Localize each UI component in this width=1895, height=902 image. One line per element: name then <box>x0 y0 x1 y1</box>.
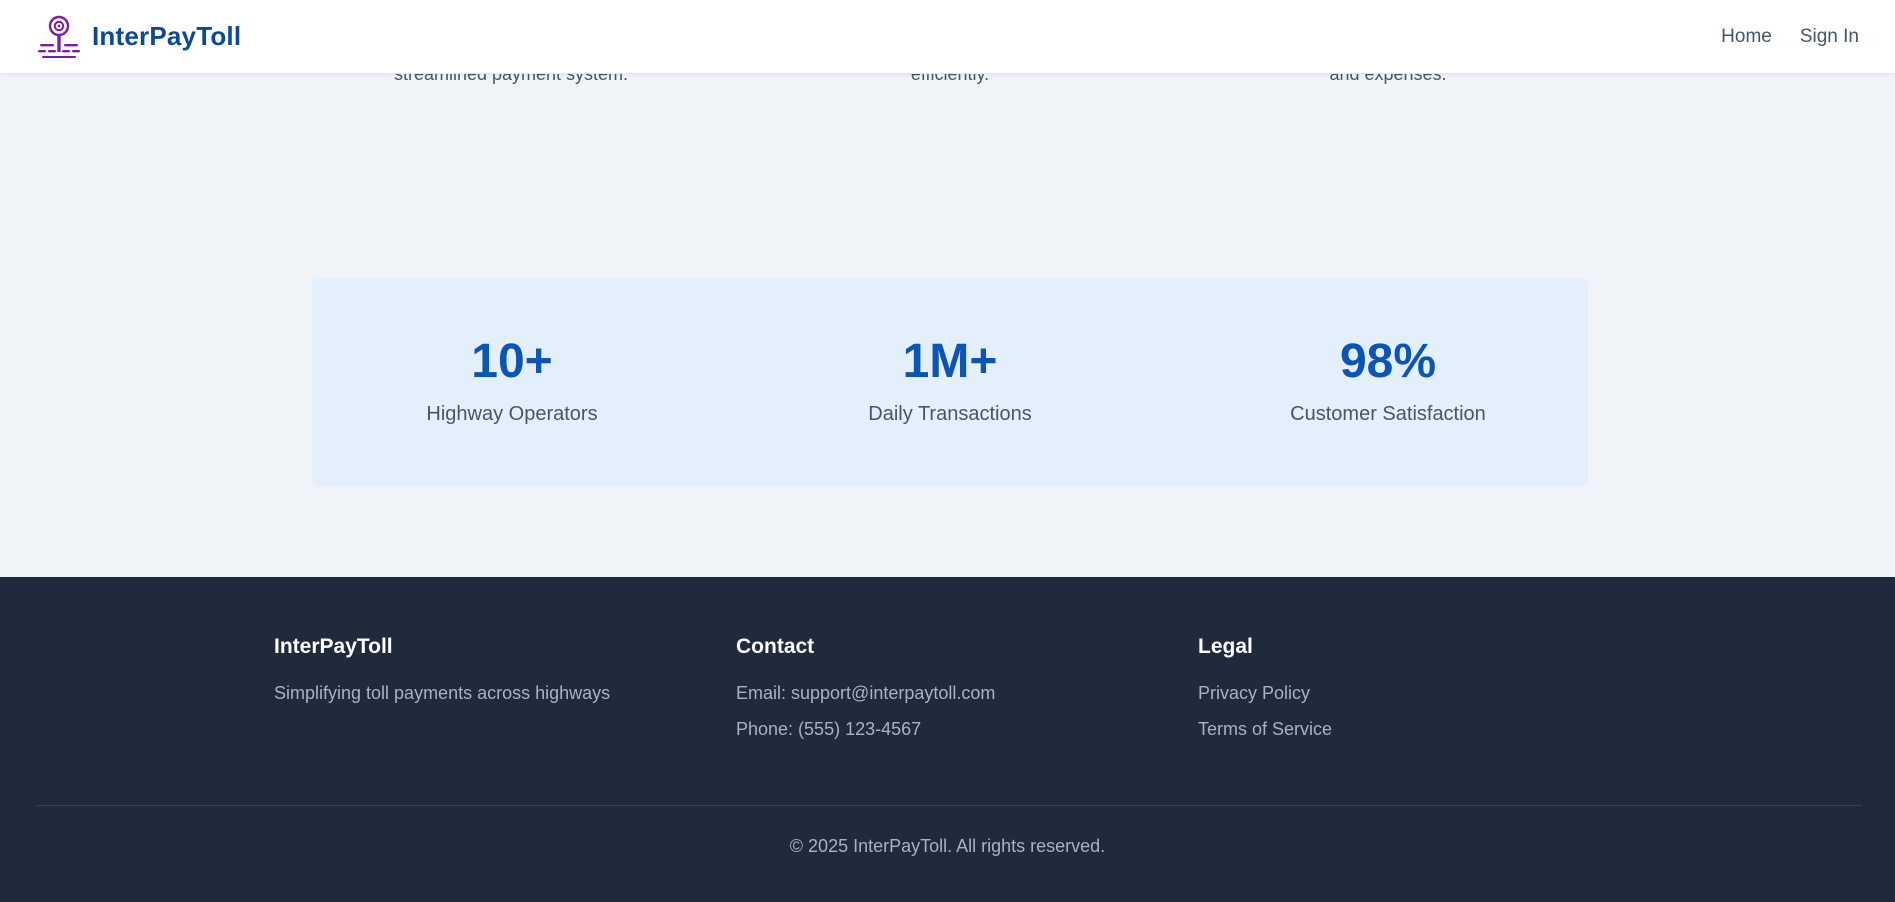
terms-of-service-link[interactable]: Terms of Service <box>1198 719 1618 740</box>
footer-about: InterPayToll Simplifying toll payments a… <box>274 635 694 719</box>
footer-legal: Legal Privacy Policy Terms of Service <box>1198 635 1618 755</box>
site-footer: InterPayToll Simplifying toll payments a… <box>0 577 1895 902</box>
footer-about-title: InterPayToll <box>274 635 393 658</box>
stat-label: Highway Operators <box>426 403 598 426</box>
stat-item: 1M+ Daily Transactions <box>770 334 1130 426</box>
stat-value: 98% <box>1339 335 1437 388</box>
stat-label: Customer Satisfaction <box>1290 403 1486 426</box>
toll-meter-icon <box>36 14 82 60</box>
footer-email: Email: support@interpaytoll.com <box>736 683 996 703</box>
brand-name: InterPayToll <box>92 21 242 51</box>
footer-contact: Contact Email: support@interpaytoll.com … <box>736 635 1156 755</box>
stat-item: 10+ Highway Operators <box>332 334 692 426</box>
stat-item: 98% Customer Satisfaction <box>1208 334 1568 426</box>
main-nav: Home Sign In <box>1721 26 1859 48</box>
footer-legal-title: Legal <box>1198 635 1253 658</box>
site-header: InterPayToll Home Sign In <box>0 0 1895 74</box>
stat-label: Daily Transactions <box>868 403 1032 426</box>
footer-tagline: Simplifying toll payments across highway… <box>274 683 611 703</box>
footer-divider <box>36 805 1862 806</box>
copyright-text: © 2025 InterPayToll. All rights reserved… <box>789 836 1106 856</box>
nav-sign-in-link[interactable]: Sign In <box>1800 26 1859 48</box>
stats-panel: 10+ Highway Operators 1M+ Daily Transact… <box>312 278 1588 487</box>
footer-phone: Phone: (555) 123-4567 <box>736 719 922 739</box>
stat-value: 10+ <box>471 335 553 388</box>
stat-value: 1M+ <box>902 335 998 388</box>
footer-contact-title: Contact <box>736 635 815 658</box>
brand[interactable]: InterPayToll <box>36 14 241 60</box>
privacy-policy-link[interactable]: Privacy Policy <box>1198 683 1618 704</box>
nav-home-link[interactable]: Home <box>1721 26 1772 48</box>
